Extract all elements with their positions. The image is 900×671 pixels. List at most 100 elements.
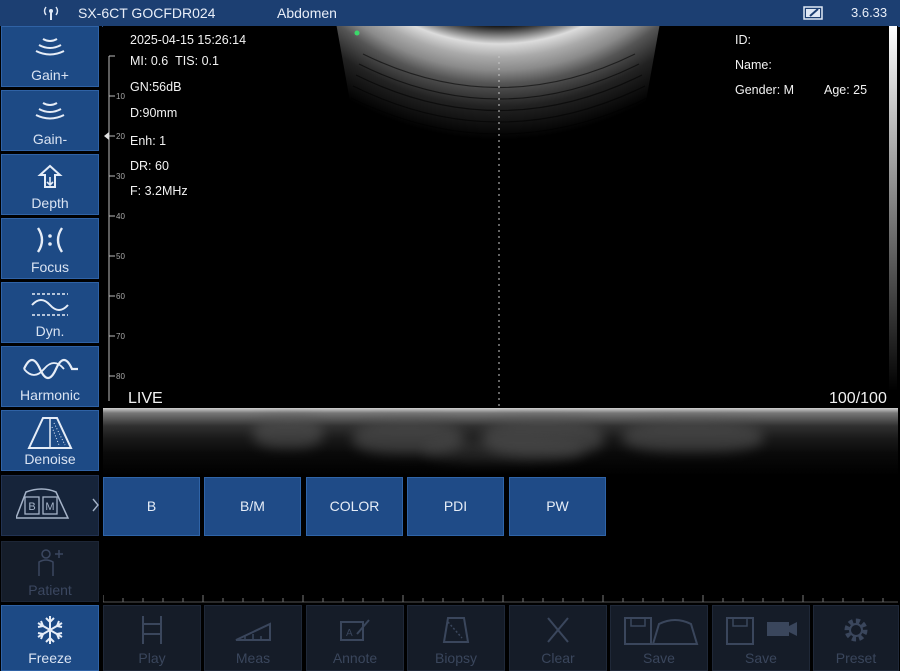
patient-icon bbox=[38, 549, 63, 576]
gear-icon bbox=[844, 618, 868, 642]
depth-scale-label: 10 bbox=[116, 92, 125, 101]
device-id: SX-6CT GOCFDR024 bbox=[78, 5, 216, 21]
depth-scale-label: 30 bbox=[116, 172, 125, 181]
gain-readout: GN:56dB bbox=[130, 80, 182, 94]
exam-datetime: 2025-04-15 15:26:14 bbox=[130, 33, 247, 47]
annotate-label: Annote bbox=[332, 650, 378, 666]
depth-scale-label: 60 bbox=[116, 292, 125, 301]
gain-down-label: Gain- bbox=[32, 131, 68, 147]
freeze-label: Freeze bbox=[28, 650, 72, 666]
mi-tis-readout: MI: 0.6 TIS: 0.1 bbox=[130, 54, 219, 68]
svg-text:A: A bbox=[346, 628, 353, 639]
save-image-button[interactable]: Save bbox=[610, 605, 708, 671]
measure-ruler-icon bbox=[235, 622, 271, 641]
mode-pdi-button[interactable]: PDI bbox=[407, 477, 504, 536]
frame-counter: 100/100 bbox=[829, 390, 887, 407]
depth-scale-label: 70 bbox=[116, 332, 125, 341]
measure-button[interactable]: Meas bbox=[204, 605, 302, 671]
denoise-button[interactable]: Denoise bbox=[1, 410, 99, 471]
annotate-button[interactable]: A Annote bbox=[306, 605, 404, 671]
dynamic-range-button[interactable]: Dyn. bbox=[1, 282, 99, 343]
gain-up-button[interactable]: Gain+ bbox=[1, 26, 99, 87]
gain-up-icon bbox=[35, 38, 65, 56]
harmonic-button[interactable]: Harmonic bbox=[1, 346, 99, 407]
dynamic-range-icon bbox=[31, 293, 69, 316]
gain-up-label: Gain+ bbox=[31, 67, 69, 83]
left-control-panel: Gain+ Gain- Depth Focus Dyn. Harmonic De… bbox=[0, 26, 102, 671]
svg-text:M: M bbox=[45, 501, 54, 513]
focus-label: Focus bbox=[30, 259, 70, 275]
depth-label: Depth bbox=[31, 195, 69, 211]
save-image-icon bbox=[624, 617, 699, 645]
denoise-icon bbox=[27, 417, 73, 449]
imaging-mode-bar: B B/M COLOR PDI PW bbox=[103, 476, 898, 538]
clear-label: Clear bbox=[541, 650, 575, 666]
biopsy-icon bbox=[442, 617, 470, 643]
patient-age: Age: 25 bbox=[824, 83, 868, 97]
biopsy-button[interactable]: Biopsy bbox=[407, 605, 505, 671]
enhancement-readout: Enh: 1 bbox=[130, 134, 167, 148]
exam-preset: Abdomen bbox=[277, 5, 337, 21]
svg-text:B: B bbox=[28, 501, 35, 513]
patient-button[interactable]: Patient bbox=[1, 541, 99, 602]
gain-down-button[interactable]: Gain- bbox=[1, 90, 99, 151]
mode-pw-button[interactable]: PW bbox=[509, 477, 606, 536]
save-video-button[interactable]: Save bbox=[712, 605, 810, 671]
snowflake-icon bbox=[37, 616, 63, 644]
depth-readout: D:90mm bbox=[130, 106, 178, 120]
depth-scale-label: 50 bbox=[116, 252, 125, 261]
measure-label: Meas bbox=[235, 650, 271, 666]
dynamic-range-label: Dyn. bbox=[35, 323, 65, 339]
clear-x-icon bbox=[547, 617, 569, 643]
preset-label: Preset bbox=[835, 650, 877, 666]
depth-scale-label: 40 bbox=[116, 212, 125, 221]
depth-button[interactable]: Depth bbox=[1, 154, 99, 215]
battery-icon bbox=[803, 6, 823, 20]
play-film-icon bbox=[142, 616, 162, 644]
chevron-right-icon bbox=[92, 498, 99, 512]
grayscale-bar bbox=[889, 26, 897, 391]
wifi-signal-icon bbox=[43, 6, 59, 20]
freeze-button[interactable]: Freeze bbox=[1, 605, 99, 671]
time-scale-ruler bbox=[103, 595, 898, 603]
denoise-label: Denoise bbox=[24, 451, 76, 467]
patient-name: Name: bbox=[735, 58, 772, 72]
frequency-readout: F: 3.2MHz bbox=[130, 184, 188, 198]
dynamic-range-readout: DR: 60 bbox=[130, 159, 169, 173]
patient-label: Patient bbox=[28, 582, 72, 598]
harmonic-wave-icon bbox=[22, 358, 78, 380]
patient-id: ID: bbox=[735, 33, 751, 47]
preset-button[interactable]: Preset bbox=[813, 605, 899, 671]
tis-value: TIS: 0.1 bbox=[175, 54, 219, 68]
focus-marker bbox=[104, 132, 109, 140]
patient-gender: Gender: M bbox=[735, 83, 795, 97]
software-version: 3.6.33 bbox=[851, 5, 888, 20]
live-indicator: LIVE bbox=[128, 390, 163, 407]
save-video-label: Save bbox=[745, 650, 777, 666]
orientation-marker bbox=[354, 30, 360, 36]
mi-value: MI: 0.6 bbox=[130, 54, 169, 68]
clear-button[interactable]: Clear bbox=[509, 605, 607, 671]
imaging-mode-toggle[interactable]: B M bbox=[1, 475, 99, 536]
play-button[interactable]: Play bbox=[103, 605, 201, 671]
depth-scale-label: 20 bbox=[116, 132, 125, 141]
save-image-label: Save bbox=[643, 650, 675, 666]
harmonic-label: Harmonic bbox=[20, 387, 80, 403]
depth-scale-label: 80 bbox=[116, 372, 125, 381]
focus-icon bbox=[36, 227, 64, 253]
play-label: Play bbox=[138, 650, 166, 666]
m-mode-strip bbox=[103, 408, 898, 476]
bottom-toolbar: Freeze Play Meas A Annote Biopsy Clear S… bbox=[0, 605, 900, 671]
mode-bm-button[interactable]: B/M bbox=[204, 477, 301, 536]
depth-icon bbox=[37, 164, 63, 188]
save-video-icon bbox=[726, 617, 797, 645]
top-status-bar: SX-6CT GOCFDR024 Abdomen 3.6.33 bbox=[0, 0, 900, 27]
biopsy-label: Biopsy bbox=[434, 650, 478, 666]
annotate-icon: A bbox=[340, 619, 370, 641]
ultrasound-image-area[interactable]: 10 20 30 40 50 60 70 80 2025-04-15 15:26… bbox=[103, 26, 898, 408]
mode-b-button[interactable]: B bbox=[103, 477, 200, 536]
b-m-mode-icon: B M bbox=[16, 488, 70, 519]
gain-down-icon bbox=[35, 102, 65, 120]
mode-color-button[interactable]: COLOR bbox=[306, 477, 403, 536]
focus-button[interactable]: Focus bbox=[1, 218, 99, 279]
